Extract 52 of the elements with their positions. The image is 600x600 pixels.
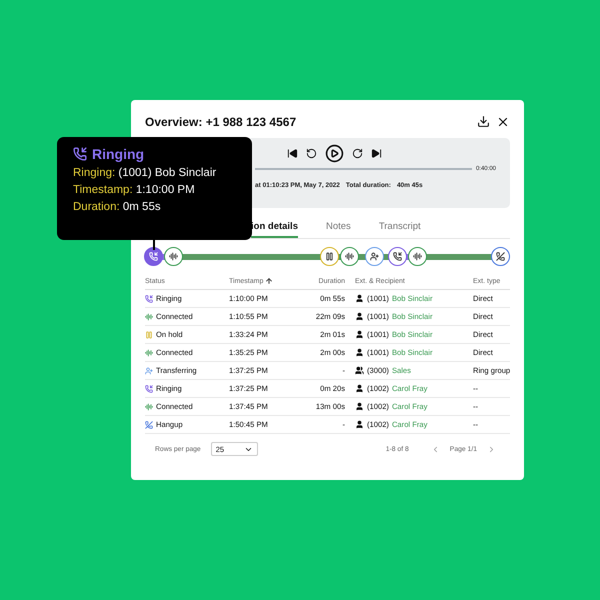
audio-lines-icon: [412, 252, 422, 261]
tab[interactable]: Transcript: [378, 221, 421, 238]
rewind-button[interactable]: [306, 148, 317, 158]
pause-icon: [324, 252, 334, 261]
phone-incoming-icon: [145, 294, 153, 302]
user-plus-icon: [145, 366, 153, 374]
timeline-node[interactable]: [364, 247, 384, 266]
person-icon: [355, 348, 364, 357]
tooltip-value: 0m 55s: [122, 201, 161, 213]
tooltip-label: Duration:: [73, 201, 120, 213]
person-icon: [355, 312, 364, 321]
user-plus-icon: [370, 252, 378, 261]
timeline-node[interactable]: [490, 247, 510, 266]
audio-lines-icon: [344, 252, 354, 261]
group-icon: [355, 366, 364, 375]
skip-forward-button[interactable]: [371, 148, 382, 158]
next-page-button[interactable]: [487, 444, 496, 454]
phone-hangup-icon: [145, 420, 153, 428]
tab[interactable]: Notes: [326, 221, 351, 238]
pause-icon: [145, 330, 153, 338]
audio-lines-icon: [168, 252, 178, 261]
person-icon: [355, 294, 364, 303]
audio-lines-icon: [145, 312, 153, 320]
overview-title: Overview: +1 988 123 4567: [145, 115, 296, 129]
timeline-node[interactable]: [408, 247, 426, 266]
person-icon: [355, 402, 364, 411]
play-button[interactable]: [325, 144, 344, 162]
tooltip-value: (1001) Bob Sinclair: [118, 167, 216, 179]
phone-incoming-icon: [148, 252, 158, 261]
audio-lines-icon: [145, 402, 153, 410]
phone-incoming-icon: [73, 147, 87, 161]
timeline-node[interactable]: [320, 247, 338, 266]
person-icon: [355, 330, 364, 339]
person-icon: [355, 384, 364, 393]
tooltip-label: Timestamp:: [73, 184, 133, 196]
tooltip-title: Ringing: [92, 146, 144, 162]
sort-arrow-icon: [265, 277, 274, 285]
timeline-node[interactable]: [340, 247, 358, 266]
timeline-node[interactable]: [144, 247, 162, 266]
skip-back-button[interactable]: [287, 148, 298, 158]
phone-incoming-icon: [145, 384, 153, 392]
person-icon: [355, 420, 364, 429]
download-button[interactable]: [477, 115, 490, 129]
forward-button[interactable]: [352, 148, 363, 158]
tooltip-value: 1:10:00 PM: [136, 184, 195, 196]
audio-lines-icon: [145, 348, 153, 356]
phone-incoming-icon: [392, 252, 402, 261]
close-button[interactable]: [496, 115, 510, 129]
tooltip-label: Ringing:: [73, 167, 116, 179]
phone-hangup-icon: [496, 252, 504, 261]
timeline-node[interactable]: [164, 247, 182, 266]
timeline-node[interactable]: [388, 247, 406, 266]
